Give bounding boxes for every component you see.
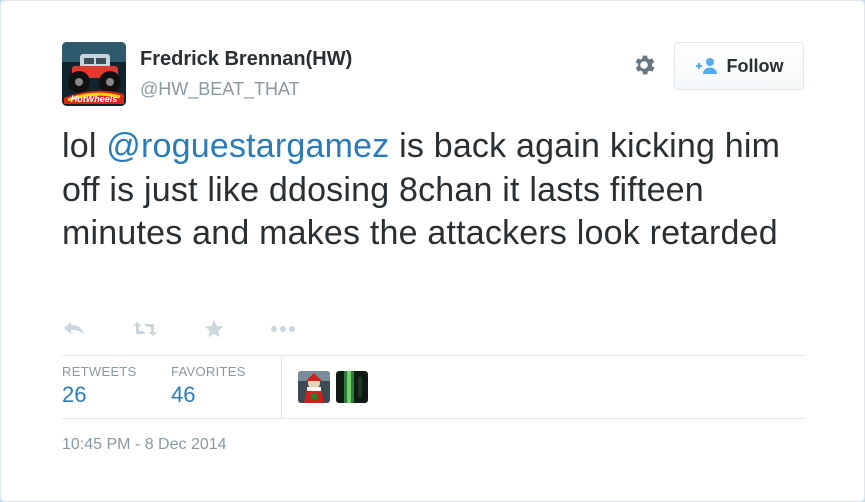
favoriter-avatar[interactable] [336,371,368,403]
more-dots-icon[interactable] [270,315,296,343]
retweets-label: RETWEETS [62,364,137,379]
tweet-card: HotWheels Fredrick Brennan(HW) @HW_BEAT_… [0,0,865,502]
favorite-star-icon[interactable] [203,315,225,343]
retweet-icon[interactable] [132,315,158,343]
stats-divider-bottom [62,418,806,419]
reply-icon[interactable] [62,315,86,343]
favorites-label: FAVORITES [171,364,246,379]
stats-vertical-divider [281,355,282,418]
tweet-timestamp[interactable]: 10:45 PM - 8 Dec 2014 [62,436,227,454]
stats-divider-top [62,355,806,356]
retweets-count: 26 [62,382,87,407]
follow-button[interactable]: Follow [674,42,804,90]
gear-icon[interactable] [631,52,657,78]
tweet-text: lol @roguestargamez is back again kickin… [62,125,822,256]
favorites-stat[interactable]: FAVORITES 46 [171,364,246,408]
favoriter-avatar[interactable] [298,371,330,403]
mention-link[interactable]: @roguestargamez [106,127,389,165]
user-handle[interactable]: @HW_BEAT_THAT [140,79,300,100]
favorites-count: 46 [171,382,196,407]
tweet-text-prefix: lol [62,127,107,165]
user-avatar[interactable]: HotWheels [62,42,126,106]
hot-wheels-monster-truck-avatar-icon: HotWheels [62,42,126,106]
display-name[interactable]: Fredrick Brennan(HW) [140,48,352,71]
follow-button-label: Follow [726,55,784,76]
add-person-icon [695,58,717,74]
retweets-stat[interactable]: RETWEETS 26 [62,364,137,408]
svg-text:HotWheels: HotWheels [71,94,118,104]
